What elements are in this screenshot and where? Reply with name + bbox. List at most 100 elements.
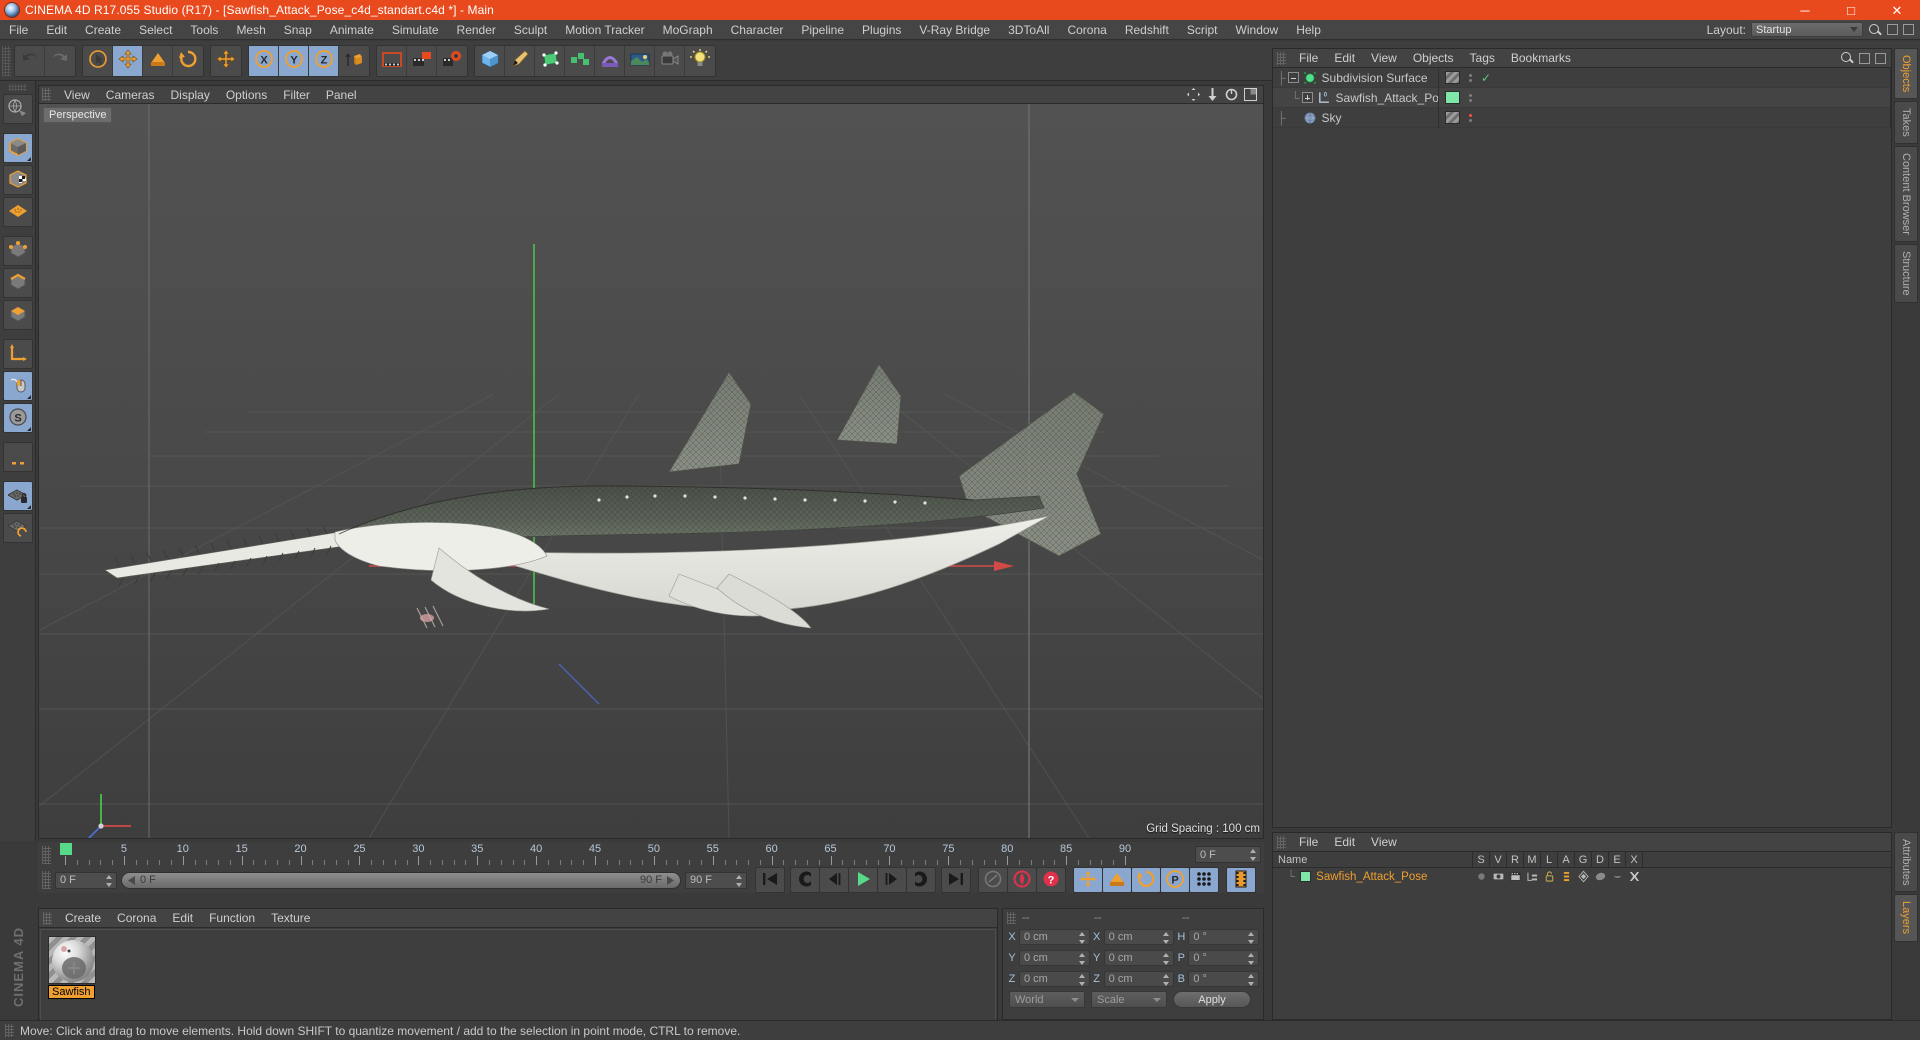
next-key-button[interactable] <box>906 867 936 893</box>
menu-snap[interactable]: Snap <box>275 20 321 40</box>
spinner-icon[interactable] <box>1163 952 1170 965</box>
spinner-icon[interactable] <box>1248 931 1255 944</box>
menu-3dtoall[interactable]: 3DToAll <box>999 20 1058 40</box>
timeline-playhead[interactable] <box>60 843 72 855</box>
menu-help[interactable]: Help <box>1287 20 1330 40</box>
go-to-start-button[interactable] <box>755 867 785 893</box>
zoom-icon[interactable] <box>1206 88 1219 101</box>
transport-grip[interactable] <box>42 871 51 889</box>
status-grip[interactable] <box>5 1024 14 1037</box>
menu-animate[interactable]: Animate <box>321 20 383 40</box>
render-settings-button[interactable] <box>437 46 467 76</box>
workplane-button[interactable]: S <box>2 403 33 433</box>
snap-magnet-button[interactable] <box>2 442 33 472</box>
step-back-button[interactable] <box>819 867 849 893</box>
vtab-objects[interactable]: Objects <box>1894 48 1918 100</box>
spinner-icon[interactable] <box>1248 952 1255 965</box>
vtab-content-browser[interactable]: Content Browser <box>1894 146 1918 242</box>
menu-mograph[interactable]: MoGraph <box>654 20 722 40</box>
coord-rotation-field[interactable]: 0 ° <box>1188 970 1260 987</box>
search-icon[interactable] <box>1840 51 1854 65</box>
material-menu-texture[interactable]: Texture <box>263 909 318 928</box>
menu-motion-tracker[interactable]: Motion Tracker <box>556 20 653 40</box>
menu-script[interactable]: Script <box>1178 20 1227 40</box>
coord-position-field[interactable]: 0 cm <box>1019 970 1090 987</box>
object-row[interactable]: └ 0 Sawfish_Attack_Pose <box>1273 87 1891 108</box>
menu-plugins[interactable]: Plugins <box>853 20 910 40</box>
left-palette-grip[interactable] <box>8 84 27 91</box>
x-axis-button[interactable]: X <box>249 45 279 76</box>
menu-pipeline[interactable]: Pipeline <box>792 20 853 40</box>
vtab-takes[interactable]: Takes <box>1894 101 1918 145</box>
object-row[interactable]: ├ Sky <box>1273 107 1891 128</box>
layer-manager-grip[interactable] <box>1277 835 1286 849</box>
search-icon[interactable] <box>1868 23 1882 37</box>
l-l-icon[interactable] <box>1541 870 1558 883</box>
material-menu-edit[interactable]: Edit <box>164 909 201 928</box>
object-menu-tags[interactable]: Tags <box>1462 49 1503 68</box>
scale-key-button[interactable] <box>1102 867 1132 893</box>
vtab-structure[interactable]: Structure <box>1894 243 1918 303</box>
start-frame-field[interactable]: 0 F <box>55 871 117 889</box>
timeline-grip[interactable] <box>42 845 51 864</box>
timeline-button[interactable] <box>1226 867 1256 893</box>
previous-key-button[interactable] <box>790 867 820 893</box>
layer-column-g[interactable]: G <box>1575 852 1592 867</box>
viewport-mode-button[interactable] <box>2 371 33 401</box>
spinner-icon[interactable] <box>1163 973 1170 986</box>
menu-file[interactable]: File <box>0 20 37 40</box>
z-axis-button[interactable]: Z <box>309 45 339 76</box>
viewport-3d-scene[interactable] <box>39 104 1263 838</box>
layer-column-r[interactable]: R <box>1507 852 1524 867</box>
l-m-icon[interactable] <box>1524 870 1541 883</box>
coord-size-field[interactable]: 0 cm <box>1103 970 1175 987</box>
viewport-menu-options[interactable]: Options <box>218 86 275 104</box>
add-cube-button[interactable] <box>475 45 505 76</box>
camera-button[interactable] <box>655 45 685 76</box>
deformer-button[interactable] <box>595 45 625 76</box>
l-a-icon[interactable] <box>1558 870 1575 883</box>
coord-rotation-field[interactable]: 0 ° <box>1188 928 1260 945</box>
menu-edit[interactable]: Edit <box>37 20 76 40</box>
layer-column-e[interactable]: E <box>1609 852 1626 867</box>
menu-tools[interactable]: Tools <box>181 20 227 40</box>
visibility-render-dot[interactable] <box>1468 118 1472 122</box>
object-tag-cell[interactable] <box>1439 71 1465 84</box>
face-mode-button[interactable] <box>2 300 33 330</box>
position-key-button[interactable] <box>1073 867 1103 893</box>
redo-button[interactable] <box>45 46 75 76</box>
rotation-key-button[interactable] <box>1131 867 1161 893</box>
apply-button[interactable]: Apply <box>1173 991 1251 1008</box>
l-x-icon[interactable] <box>1626 870 1643 883</box>
world-object-axis-button[interactable] <box>339 46 369 76</box>
spinner-icon[interactable] <box>1078 952 1086 965</box>
layer-column-name[interactable]: Name <box>1273 852 1473 867</box>
timeline-ruler[interactable]: 051015202530354045505560657075808590 <box>55 842 1192 867</box>
coord-position-field[interactable]: 0 cm <box>1019 928 1090 945</box>
l-e-icon[interactable] <box>1609 870 1626 883</box>
spinner-icon[interactable] <box>106 874 113 887</box>
select-tool-button[interactable] <box>83 45 113 76</box>
spinner-icon[interactable] <box>1250 849 1257 861</box>
axis-mode-button[interactable] <box>2 339 33 369</box>
scrub-left-icon[interactable] <box>128 875 137 885</box>
viewport-menu-cameras[interactable]: Cameras <box>98 86 163 104</box>
coordinate-system-select[interactable]: World <box>1009 991 1085 1008</box>
visibility-render-dot[interactable] <box>1468 78 1472 82</box>
viewport-layout-icon[interactable] <box>1244 88 1257 101</box>
l-d-icon[interactable] <box>1592 870 1609 883</box>
point-mode-button[interactable] <box>2 236 33 266</box>
scale-tool-button[interactable] <box>143 45 173 76</box>
material-thumbnail[interactable] <box>48 936 96 984</box>
model-mode-button[interactable] <box>2 133 33 163</box>
menu-redshift[interactable]: Redshift <box>1116 20 1178 40</box>
collapse-expander-icon[interactable] <box>1287 72 1299 83</box>
nurbs-button[interactable] <box>535 45 565 76</box>
object-tag-cell[interactable] <box>1439 91 1465 104</box>
layer-column-s[interactable]: S <box>1473 852 1490 867</box>
layer-column-l[interactable]: L <box>1541 852 1558 867</box>
menu-character[interactable]: Character <box>722 20 793 40</box>
planar-workplane-button[interactable] <box>2 513 33 543</box>
lock-workplane-button[interactable] <box>2 481 33 511</box>
maximize-panel-icon[interactable] <box>1875 52 1886 64</box>
